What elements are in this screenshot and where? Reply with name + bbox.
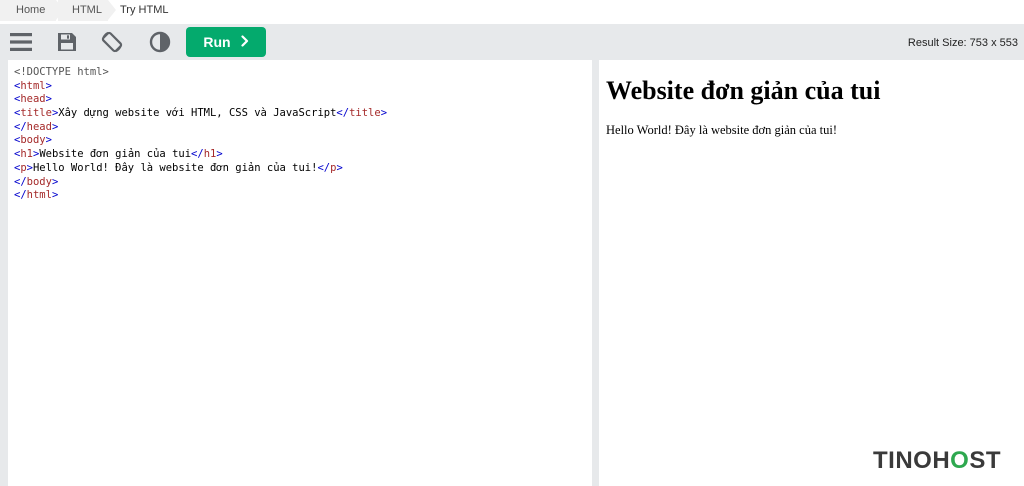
code-line: </html> xyxy=(14,189,592,203)
code-token: body xyxy=(26,175,52,188)
code-token: > xyxy=(380,107,388,120)
code-token: > xyxy=(216,148,223,161)
breadcrumb-home[interactable]: Home xyxy=(0,0,56,21)
watermark-part: ST xyxy=(969,447,1002,474)
code-token: <!DOCTYPE html> xyxy=(14,66,109,78)
code-token: title xyxy=(349,107,381,120)
code-token: Hello World! Đây là website đơn giản của… xyxy=(32,161,318,174)
result-paragraph: Hello World! Đây là website đơn giản của… xyxy=(606,123,838,137)
code-token: head xyxy=(26,120,52,133)
code-line: </head> xyxy=(14,121,592,135)
code-token: </ xyxy=(191,148,204,161)
rotate-icon[interactable] xyxy=(100,30,124,54)
result-frame: Website đơn giản của tui Hello World! Đâ… xyxy=(599,60,1024,486)
watermark-part: H xyxy=(932,447,951,474)
chevron-right-icon xyxy=(241,34,249,50)
code-token: title xyxy=(20,107,52,120)
code-token: </ xyxy=(317,161,331,174)
toolbar: Run Result Size: 753 x 553 xyxy=(0,24,1024,60)
code-token: h1 xyxy=(203,148,217,161)
result-heading: Website đơn giản của tui xyxy=(606,76,881,105)
code-line: <p>Hello World! Đây là website đơn giản … xyxy=(14,162,592,176)
code-token: > xyxy=(51,189,59,202)
code-token: </ xyxy=(336,107,350,120)
run-button[interactable]: Run xyxy=(186,27,266,57)
left-gutter xyxy=(0,60,8,486)
code-token: head xyxy=(20,93,46,106)
code-token: </ xyxy=(14,189,27,202)
contrast-icon[interactable] xyxy=(148,30,172,54)
breadcrumb-current: Try HTML xyxy=(120,4,169,16)
code-token: </ xyxy=(14,120,27,133)
code-line: <!DOCTYPE html> xyxy=(14,66,592,80)
code-line: </body> xyxy=(14,176,592,190)
code-token: > xyxy=(45,134,52,147)
code-token: Xây dựng website với HTML, CSS và JavaSc… xyxy=(58,107,337,120)
code-token: Website đơn giản của tui xyxy=(39,148,192,161)
breadcrumb-html[interactable]: HTML xyxy=(58,0,108,21)
code-editor[interactable]: <!DOCTYPE html> <html> <head> <title>Xây dự… xyxy=(8,60,592,486)
run-button-label: Run xyxy=(203,34,231,50)
code-token: > xyxy=(51,120,59,133)
code-content[interactable]: <!DOCTYPE html> <html> <head> <title>Xây dự… xyxy=(8,60,592,203)
tinohost-watermark: TINO H O ST xyxy=(873,446,1001,476)
code-token: html xyxy=(20,79,46,92)
code-token: > xyxy=(45,93,52,106)
menu-icon[interactable] xyxy=(9,30,33,54)
panel-divider[interactable] xyxy=(592,60,599,486)
code-token: html xyxy=(26,189,52,202)
code-token: body xyxy=(20,134,46,147)
watermark-accent: O xyxy=(950,447,970,474)
code-token: > xyxy=(51,175,59,188)
result-size: Result Size: 753 x 553 xyxy=(907,37,1018,49)
code-line: <body> xyxy=(14,134,592,148)
breadcrumb: Home HTML Try HTML xyxy=(0,0,1024,22)
code-token: h1 xyxy=(20,148,33,161)
save-icon[interactable] xyxy=(55,30,79,54)
watermark-part: TINO xyxy=(873,447,933,474)
code-line: <html> xyxy=(14,80,592,94)
code-line: <h1>Website đơn giản của tui</h1> xyxy=(14,148,592,162)
code-line: <title>Xây dựng website với HTML, CSS và… xyxy=(14,107,592,121)
code-token: > xyxy=(336,161,343,174)
code-token: > xyxy=(45,79,52,92)
code-line: <head> xyxy=(14,93,592,107)
code-token: </ xyxy=(14,175,27,188)
